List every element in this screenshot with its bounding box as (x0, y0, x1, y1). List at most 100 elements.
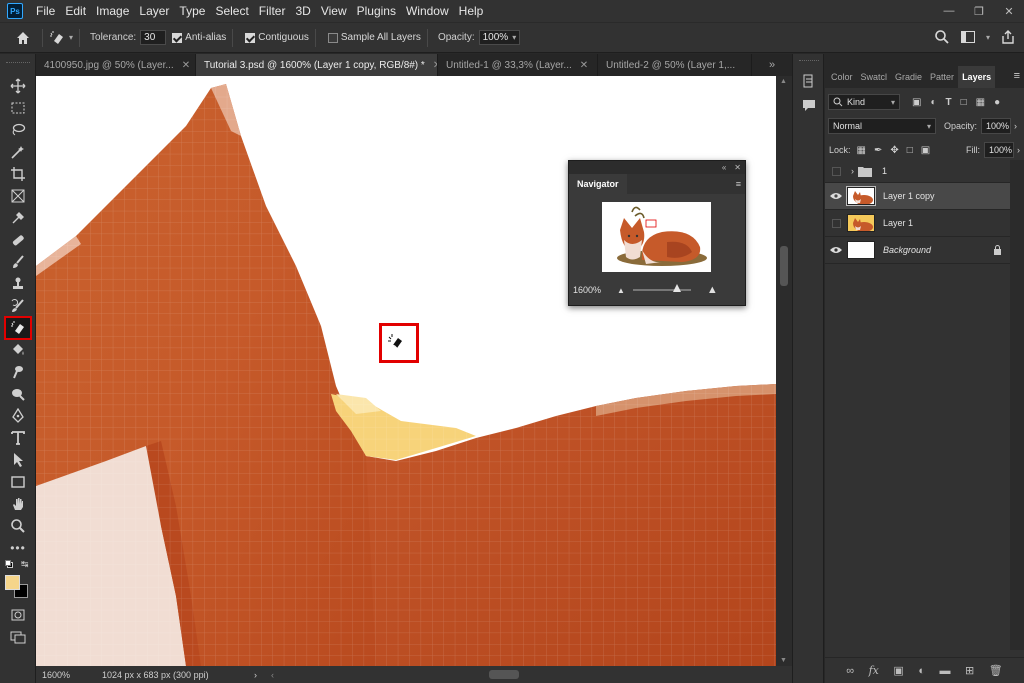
scroll-down-icon[interactable]: ▼ (780, 657, 787, 664)
link-layers-icon[interactable]: ∞ (846, 665, 854, 677)
navigator-thumbnail[interactable] (602, 202, 711, 272)
zoom-in-icon[interactable]: ▲ (707, 284, 718, 296)
lock-all-icon[interactable]: ▣ (921, 145, 930, 156)
tab-swatches[interactable]: Swatcl (857, 66, 892, 88)
paint-bucket-tool-icon[interactable] (6, 340, 30, 360)
eye-icon[interactable] (825, 246, 847, 254)
delete-layer-icon[interactable]: 🗑 (989, 664, 1003, 677)
scroll-up-icon[interactable]: ▲ (780, 78, 787, 85)
swap-colors-icon[interactable]: ↹ (21, 559, 29, 570)
horizontal-scrollbar[interactable] (274, 666, 792, 683)
contiguous-checkbox[interactable] (245, 32, 256, 43)
layers-scrollbar[interactable] (1010, 160, 1024, 650)
layer-thumbnail[interactable] (847, 241, 875, 259)
visibility-toggle[interactable] (825, 166, 847, 176)
healing-brush-tool-icon[interactable] (6, 230, 30, 250)
comments-panel-icon[interactable] (800, 96, 818, 114)
slider-handle[interactable] (672, 284, 681, 292)
hand-tool-icon[interactable] (6, 494, 30, 514)
home-icon[interactable] (10, 30, 36, 46)
lock-icon[interactable] (993, 245, 1002, 255)
zoom-out-icon[interactable]: ▲ (617, 286, 625, 295)
menu-filter[interactable]: Filter (254, 0, 291, 22)
move-tool-icon[interactable] (6, 76, 30, 96)
filter-shape-icon[interactable]: □ (961, 97, 967, 108)
tab-untitled-1[interactable]: Untitled-1 @ 33,3% (Layer... ✕ (438, 54, 598, 76)
menu-help[interactable]: Help (454, 0, 489, 22)
navigator-tab[interactable]: Navigator (569, 174, 627, 194)
panel-menu-icon[interactable]: ≡ (1014, 70, 1020, 82)
menu-edit[interactable]: Edit (60, 0, 91, 22)
anti-alias-checkbox[interactable] (172, 32, 183, 43)
new-group-icon[interactable]: ▬ (940, 665, 951, 677)
filter-toggle-icon[interactable]: ● (994, 97, 1000, 108)
eyedropper-tool-icon[interactable] (6, 208, 30, 228)
sample-all-layers-option[interactable]: Sample All Layers (322, 32, 421, 43)
history-brush-tool-icon[interactable] (6, 296, 30, 316)
new-layer-icon[interactable]: ⊞ (965, 664, 974, 677)
filter-smart-object-icon[interactable]: ▦ (976, 97, 985, 108)
close-icon[interactable]: ✕ (734, 163, 741, 172)
clone-stamp-tool-icon[interactable] (6, 274, 30, 294)
layer-opacity-input[interactable]: 100% (981, 118, 1012, 134)
history-panel-icon[interactable] (800, 72, 818, 90)
add-mask-icon[interactable]: ▣ (893, 664, 903, 677)
layer-group-row[interactable]: › 1 (825, 160, 1010, 183)
layer-row-layer-1-copy[interactable]: Layer 1 copy (825, 183, 1010, 210)
more-tools-icon[interactable]: ••• (6, 538, 30, 558)
lock-transparent-icon[interactable]: ▦ (857, 145, 866, 156)
navigator-titlebar[interactable]: « ✕ (569, 161, 745, 174)
menu-plugins[interactable]: Plugins (352, 0, 401, 22)
eye-icon[interactable] (825, 192, 847, 200)
chevron-right-icon[interactable]: › (254, 670, 257, 680)
type-tool-icon[interactable] (6, 428, 30, 448)
menu-view[interactable]: View (316, 0, 352, 22)
layer-style-icon[interactable]: fx (869, 664, 879, 677)
magic-eraser-tool-icon[interactable] (4, 316, 32, 340)
menu-select[interactable]: Select (210, 0, 253, 22)
menu-window[interactable]: Window (401, 0, 454, 22)
blend-mode-dropdown[interactable]: Normal ▾ (828, 118, 936, 134)
anti-alias-option[interactable]: Anti-alias (166, 32, 226, 43)
restore-icon[interactable]: ❐ (964, 0, 994, 22)
opacity-dropdown[interactable]: 100% ▾ (478, 30, 521, 45)
horizontal-scroll-thumb[interactable] (489, 670, 519, 679)
rectangle-tool-icon[interactable] (6, 472, 30, 492)
layer-row-background[interactable]: Background (825, 237, 1010, 264)
close-icon[interactable]: ✕ (994, 0, 1024, 22)
chevron-down-icon[interactable]: ▾ (986, 33, 990, 42)
tab-gradients[interactable]: Gradie (891, 66, 926, 88)
menu-file[interactable]: File (31, 0, 60, 22)
chevron-right-icon[interactable]: › (1014, 121, 1017, 131)
smudge-tool-icon[interactable] (6, 362, 30, 382)
dock-grip[interactable] (799, 60, 819, 63)
contiguous-option[interactable]: Contiguous (239, 32, 309, 43)
lock-artboard-icon[interactable]: □ (907, 145, 913, 156)
pen-tool-icon[interactable] (6, 406, 30, 426)
crop-tool-icon[interactable] (6, 164, 30, 184)
tab-layers[interactable]: Layers (958, 66, 996, 88)
default-colors-icon[interactable] (5, 560, 13, 568)
layer-thumbnail[interactable] (846, 186, 876, 206)
tolerance-input[interactable]: 30 (140, 30, 167, 45)
navigator-zoom-value[interactable]: 1600% (569, 285, 617, 295)
filter-adjustment-icon[interactable]: ◐ (930, 97, 936, 108)
menu-image[interactable]: Image (91, 0, 134, 22)
brush-tool-icon[interactable] (6, 252, 30, 272)
sample-all-layers-checkbox[interactable] (327, 32, 338, 43)
minimize-icon[interactable]: — (934, 0, 964, 22)
document-info[interactable]: 1024 px x 683 px (300 ppi) (86, 670, 216, 680)
tab-untitled-2[interactable]: Untitled-2 @ 50% (Layer 1,... (598, 54, 752, 76)
magic-wand-tool-icon[interactable] (6, 142, 30, 162)
menu-3d[interactable]: 3D (290, 0, 315, 22)
zoom-level[interactable]: 1600% (36, 670, 86, 680)
quick-mask-icon[interactable] (6, 605, 30, 625)
fill-input[interactable]: 100% (984, 142, 1014, 158)
toolbar-grip[interactable] (6, 62, 30, 65)
workspace-icon[interactable] (960, 29, 976, 45)
filter-type-icon[interactable]: T (946, 97, 952, 108)
chevron-right-icon[interactable]: › (1017, 145, 1020, 155)
menu-layer[interactable]: Layer (134, 0, 174, 22)
marquee-tool-icon[interactable] (6, 98, 30, 118)
filter-pixel-icon[interactable]: ▣ (912, 97, 921, 108)
